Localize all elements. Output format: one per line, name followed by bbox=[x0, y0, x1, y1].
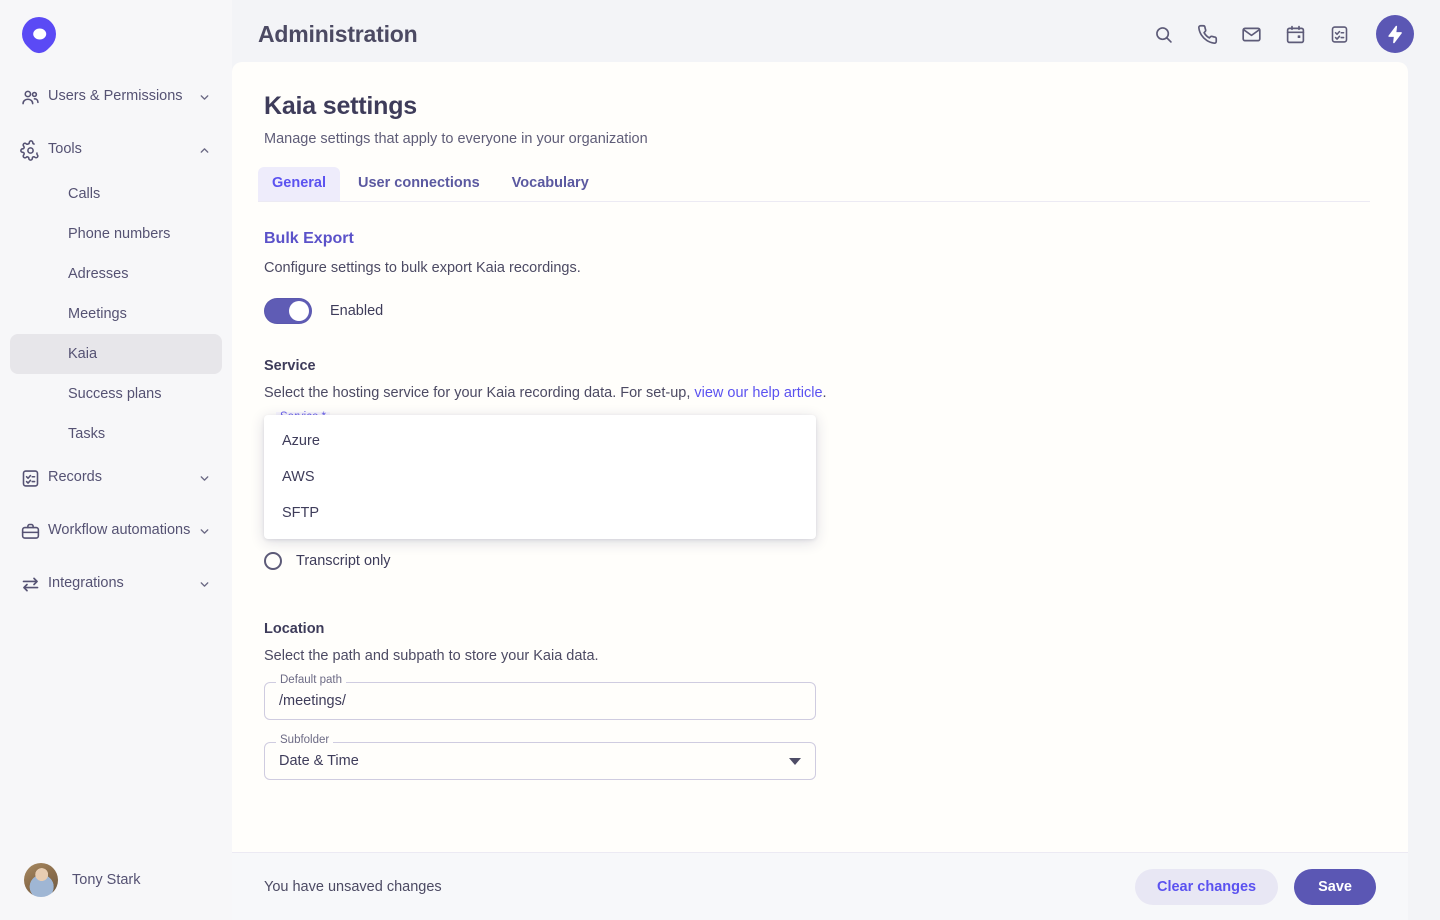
topbar-title: Administration bbox=[258, 20, 418, 47]
sidebar-item-label: Integrations bbox=[48, 575, 124, 592]
sidebar-item-workflow-automations[interactable]: Workflow automations bbox=[10, 502, 222, 560]
tab-general[interactable]: General bbox=[258, 167, 340, 201]
user-name: Tony Stark bbox=[72, 872, 141, 888]
sidebar-subitem-label: Tasks bbox=[68, 426, 106, 442]
sidebar-nav: Users & Permissions Tools Calls Phone nu… bbox=[0, 68, 232, 840]
chevron-down-icon bbox=[196, 578, 212, 591]
tasks-icon[interactable] bbox=[1326, 21, 1352, 47]
export-type-option-transcript-only[interactable]: Transcript only bbox=[264, 543, 1376, 579]
sidebar-item-records[interactable]: Records bbox=[10, 454, 222, 502]
sidebar-user[interactable]: Tony Stark bbox=[0, 840, 232, 920]
location-description: Select the path and subpath to store you… bbox=[264, 648, 599, 664]
records-icon bbox=[20, 468, 48, 489]
topbar: Administration bbox=[232, 0, 1440, 68]
service-description-period: . bbox=[822, 385, 827, 401]
chevron-up-icon bbox=[196, 144, 212, 157]
sidebar-item-meetings[interactable]: Meetings bbox=[10, 294, 222, 334]
sidebar-subitem-label: Adresses bbox=[68, 266, 129, 282]
service-option-aws[interactable]: AWS bbox=[264, 459, 816, 495]
search-icon[interactable] bbox=[1150, 21, 1176, 47]
service-section: Service Select the hosting service for y… bbox=[264, 358, 1376, 539]
bulk-export-toggle[interactable] bbox=[264, 298, 312, 324]
location-section: Location Select the path and subpath to … bbox=[264, 621, 1376, 780]
default-path-value: /meetings/ bbox=[279, 693, 346, 709]
subfolder-value: Date & Time bbox=[279, 753, 359, 769]
save-bar-actions: Clear changes Save bbox=[1134, 868, 1376, 905]
sidebar-item-kaia[interactable]: Kaia bbox=[10, 334, 222, 374]
logo-blob-icon bbox=[14, 9, 64, 59]
calendar-icon[interactable] bbox=[1282, 21, 1308, 47]
settings-body: Bulk Export Configure settings to bulk e… bbox=[264, 202, 1376, 780]
tab-bar: General User connections Vocabulary bbox=[258, 167, 1370, 202]
sidebar-item-adresses[interactable]: Adresses bbox=[10, 254, 222, 294]
content-card: Kaia settings Manage settings that apply… bbox=[232, 62, 1408, 920]
default-path-input[interactable]: Default path /meetings/ bbox=[264, 674, 816, 720]
service-heading: Service bbox=[264, 358, 316, 374]
page-subtitle: Manage settings that apply to everyone i… bbox=[264, 131, 648, 147]
avatar bbox=[24, 863, 58, 897]
tab-user-connections[interactable]: User connections bbox=[344, 167, 494, 201]
tab-vocabulary[interactable]: Vocabulary bbox=[498, 167, 603, 201]
sidebar-subitem-label: Meetings bbox=[68, 306, 127, 322]
sidebar-item-label: Workflow automations bbox=[48, 522, 191, 539]
sidebar-subitem-label: Phone numbers bbox=[68, 226, 171, 242]
service-description-text: Select the hosting service for your Kaia… bbox=[264, 385, 695, 401]
subfolder-label: Subfolder bbox=[276, 734, 334, 747]
subfolder-select[interactable]: Subfolder Date & Time bbox=[264, 734, 816, 780]
chevron-down-icon bbox=[196, 472, 212, 485]
sidebar-item-label: Users & Permissions bbox=[48, 88, 183, 105]
service-option-sftp[interactable]: SFTP bbox=[264, 495, 816, 531]
bulk-export-heading: Bulk Export bbox=[264, 230, 354, 247]
save-button[interactable]: Save bbox=[1294, 868, 1376, 905]
sidebar: Users & Permissions Tools Calls Phone nu… bbox=[0, 0, 232, 920]
sidebar-item-calls[interactable]: Calls bbox=[10, 174, 222, 214]
sidebar-item-tasks[interactable]: Tasks bbox=[10, 414, 222, 454]
integrations-icon bbox=[20, 574, 48, 595]
bulk-export-toggle-row: Enabled bbox=[264, 298, 1376, 324]
service-dropdown-menu: Azure AWS SFTP bbox=[264, 415, 816, 539]
page-title: Kaia settings bbox=[264, 92, 418, 120]
mail-icon[interactable] bbox=[1238, 21, 1264, 47]
sidebar-subitem-label: Kaia bbox=[68, 346, 98, 362]
service-description: Select the hosting service for your Kaia… bbox=[264, 385, 1376, 401]
sidebar-item-tools[interactable]: Tools bbox=[10, 126, 222, 174]
sidebar-item-label: Tools bbox=[48, 141, 82, 158]
clear-changes-button[interactable]: Clear changes bbox=[1134, 868, 1279, 905]
chevron-down-icon bbox=[789, 757, 801, 765]
sidebar-subitem-label: Success plans bbox=[68, 386, 162, 402]
save-bar: You have unsaved changes Clear changes S… bbox=[232, 852, 1408, 920]
help-article-link[interactable]: view our help article bbox=[694, 385, 822, 401]
service-option-azure[interactable]: Azure bbox=[264, 423, 816, 459]
gear-icon bbox=[20, 139, 48, 161]
sidebar-item-label: Records bbox=[48, 469, 102, 486]
users-icon bbox=[20, 87, 48, 108]
sidebar-item-success-plans[interactable]: Success plans bbox=[10, 374, 222, 414]
sidebar-item-users-permissions[interactable]: Users & Permissions bbox=[10, 68, 222, 126]
radio-icon bbox=[264, 552, 282, 570]
sidebar-subitem-label: Calls bbox=[68, 186, 101, 202]
bulk-export-toggle-label: Enabled bbox=[330, 303, 384, 319]
briefcase-icon bbox=[20, 521, 48, 542]
export-type-option-label: Transcript only bbox=[296, 553, 391, 569]
app-root: Users & Permissions Tools Calls Phone nu… bbox=[0, 0, 1440, 920]
topbar-icons bbox=[1150, 15, 1414, 53]
default-path-label: Default path bbox=[276, 674, 347, 687]
unsaved-changes-message: You have unsaved changes bbox=[264, 878, 442, 895]
phone-icon[interactable] bbox=[1194, 21, 1220, 47]
sidebar-item-phone-numbers[interactable]: Phone numbers bbox=[10, 214, 222, 254]
app-logo[interactable] bbox=[0, 0, 232, 68]
bulk-export-description: Configure settings to bulk export Kaia r… bbox=[264, 260, 581, 276]
location-heading: Location bbox=[264, 621, 325, 637]
content-inner: Kaia settings Manage settings that apply… bbox=[232, 62, 1408, 920]
chevron-down-icon bbox=[196, 91, 212, 104]
sidebar-item-integrations[interactable]: Integrations bbox=[10, 560, 222, 608]
chevron-down-icon bbox=[196, 525, 212, 538]
quick-action-icon[interactable] bbox=[1376, 15, 1414, 53]
